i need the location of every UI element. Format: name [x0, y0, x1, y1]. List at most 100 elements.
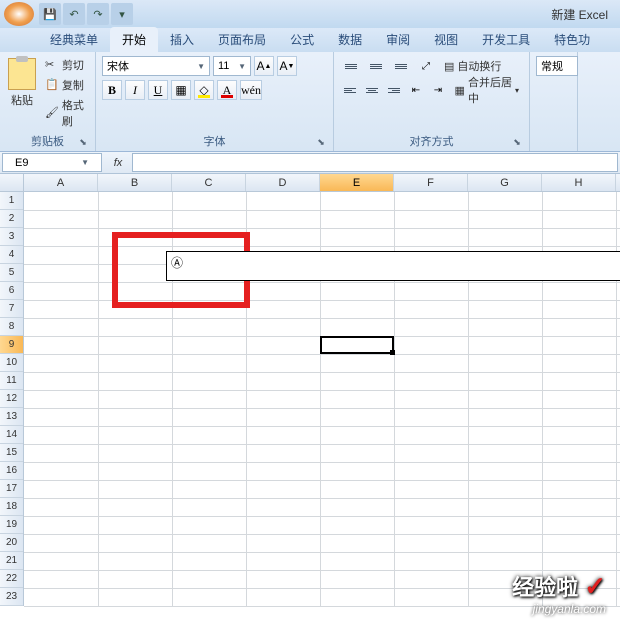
font-color-button[interactable]: A	[217, 80, 237, 100]
row-header[interactable]: 18	[0, 498, 23, 516]
tab-layout[interactable]: 页面布局	[206, 27, 278, 52]
align-left-button[interactable]	[340, 80, 359, 100]
paste-button[interactable]: 粘贴	[6, 56, 38, 133]
office-button[interactable]	[4, 2, 34, 26]
ribbon-tabs: 经典菜单 开始 插入 页面布局 公式 数据 审阅 视图 开发工具 特色功	[0, 28, 620, 52]
group-alignment: ⤢ ▤自动换行 ⇤ ⇥ ▦合并后居中▾ 对齐方式 ⬊	[334, 52, 530, 151]
row-header[interactable]: 5	[0, 264, 23, 282]
font-group-label: 字体	[204, 136, 226, 148]
col-header[interactable]: D	[246, 174, 320, 191]
row-header[interactable]: 17	[0, 480, 23, 498]
select-all-corner[interactable]	[0, 174, 24, 191]
qat-save[interactable]: 💾	[39, 3, 61, 25]
row-header[interactable]: 14	[0, 426, 23, 444]
spreadsheet-grid: A B C D E F G H 123456789101112131415161…	[0, 174, 620, 610]
row-header[interactable]: 7	[0, 300, 23, 318]
scissors-icon: ✂	[45, 58, 59, 72]
row-headers: 1234567891011121314151617181920212223	[0, 192, 24, 606]
tab-special[interactable]: 特色功	[542, 27, 602, 52]
qat-customize[interactable]: ▾	[111, 3, 133, 25]
align-right-button[interactable]	[384, 80, 403, 100]
clipboard-launcher[interactable]: ⬊	[77, 137, 89, 149]
row-header[interactable]: 10	[0, 354, 23, 372]
group-font: 宋体▼ 11▼ A▲ A▼ B I U ▦ ◇ A wén 字体 ⬊	[96, 52, 334, 151]
format-painter-button[interactable]: 🖌格式刷	[42, 96, 89, 130]
grow-font-button[interactable]: A▲	[254, 56, 274, 76]
wrap-text-button[interactable]: ▤自动换行	[440, 56, 505, 76]
copy-button[interactable]: 📋复制	[42, 76, 89, 94]
increase-indent-button[interactable]: ⇥	[428, 80, 447, 100]
col-header[interactable]: E	[320, 174, 394, 191]
border-button[interactable]: ▦	[171, 80, 191, 100]
row-header[interactable]: 4	[0, 246, 23, 264]
orientation-button[interactable]: ⤢	[415, 56, 437, 76]
row-header[interactable]: 21	[0, 552, 23, 570]
qat-redo[interactable]: ↷	[87, 3, 109, 25]
row-header[interactable]: 19	[0, 516, 23, 534]
row-header[interactable]: 3	[0, 228, 23, 246]
tab-classic[interactable]: 经典菜单	[38, 27, 110, 52]
cells-area[interactable]: Ⓐ	[24, 192, 620, 606]
row-header[interactable]: 6	[0, 282, 23, 300]
row-header[interactable]: 16	[0, 462, 23, 480]
titlebar: 💾 ↶ ↷ ▾ 新建 Excel	[0, 0, 620, 28]
row-header[interactable]: 22	[0, 570, 23, 588]
shrink-font-button[interactable]: A▼	[277, 56, 297, 76]
alignment-group-label: 对齐方式	[410, 136, 454, 148]
col-header[interactable]: H	[542, 174, 616, 191]
tab-home[interactable]: 开始	[110, 27, 158, 52]
merge-center-button[interactable]: ▦合并后居中▾	[451, 80, 523, 100]
row-header[interactable]: 12	[0, 390, 23, 408]
qat-undo[interactable]: ↶	[63, 3, 85, 25]
row-header[interactable]: 15	[0, 444, 23, 462]
font-name-combo[interactable]: 宋体▼	[102, 56, 210, 76]
row-header[interactable]: 13	[0, 408, 23, 426]
row-header[interactable]: 8	[0, 318, 23, 336]
align-center-button[interactable]	[362, 80, 381, 100]
number-format-combo[interactable]: 常规	[536, 56, 578, 76]
window-title: 新建 Excel	[551, 6, 616, 23]
merge-icon: ▦	[455, 84, 465, 97]
formula-bar[interactable]	[132, 153, 618, 172]
tab-data[interactable]: 数据	[326, 27, 374, 52]
row-header[interactable]: 20	[0, 534, 23, 552]
font-launcher[interactable]: ⬊	[315, 137, 327, 149]
col-header[interactable]: G	[468, 174, 542, 191]
fill-color-button[interactable]: ◇	[194, 80, 214, 100]
align-bottom-button[interactable]	[390, 56, 412, 76]
name-box[interactable]: E9▼	[2, 153, 102, 172]
wrap-icon: ▤	[444, 60, 454, 73]
chevron-down-icon: ▼	[197, 62, 205, 71]
clipboard-group-label: 剪贴板	[31, 136, 64, 148]
group-number: 常规	[530, 52, 578, 151]
col-header[interactable]: A	[24, 174, 98, 191]
row-header[interactable]: 2	[0, 210, 23, 228]
copy-icon: 📋	[45, 78, 59, 92]
paste-icon	[8, 58, 36, 90]
col-header[interactable]: C	[172, 174, 246, 191]
row-header[interactable]: 9	[0, 336, 23, 354]
italic-button[interactable]: I	[125, 80, 145, 100]
text-box[interactable]: Ⓐ	[166, 251, 620, 281]
align-top-button[interactable]	[340, 56, 362, 76]
ribbon-body: 粘贴 ✂剪切 📋复制 🖌格式刷 剪贴板⬊ 宋体▼ 11▼ A▲ A▼ B I U…	[0, 52, 620, 152]
fx-button[interactable]: fx	[106, 153, 130, 173]
alignment-launcher[interactable]: ⬊	[511, 137, 523, 149]
tab-view[interactable]: 视图	[422, 27, 470, 52]
row-header[interactable]: 11	[0, 372, 23, 390]
align-middle-button[interactable]	[365, 56, 387, 76]
tab-developer[interactable]: 开发工具	[470, 27, 542, 52]
col-header[interactable]: F	[394, 174, 468, 191]
font-size-combo[interactable]: 11▼	[213, 56, 251, 76]
row-header[interactable]: 1	[0, 192, 23, 210]
cut-button[interactable]: ✂剪切	[42, 56, 89, 74]
col-header[interactable]: B	[98, 174, 172, 191]
tab-formulas[interactable]: 公式	[278, 27, 326, 52]
bold-button[interactable]: B	[102, 80, 122, 100]
decrease-indent-button[interactable]: ⇤	[406, 80, 425, 100]
phonetic-button[interactable]: wén	[240, 80, 262, 100]
tab-review[interactable]: 审阅	[374, 27, 422, 52]
row-header[interactable]: 23	[0, 588, 23, 606]
tab-insert[interactable]: 插入	[158, 27, 206, 52]
underline-button[interactable]: U	[148, 80, 168, 100]
